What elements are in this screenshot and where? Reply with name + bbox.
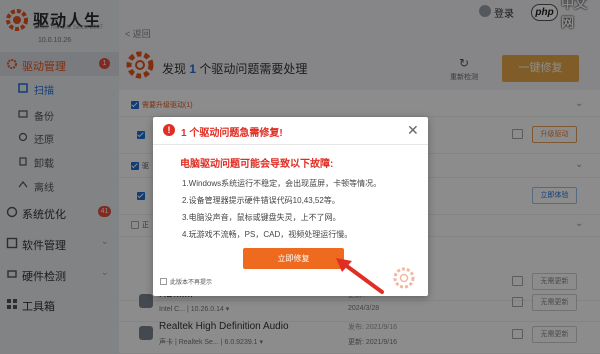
dialog-subtitle: 电脑驱动问题可能会导致以下故障: <box>180 159 334 170</box>
fix-now-button[interactable]: 立即修复 <box>243 248 344 269</box>
dont-remind-label: 此版本不再提示 <box>170 280 213 286</box>
checkbox-box[interactable] <box>160 278 167 285</box>
decorative-gear-icon <box>393 267 415 289</box>
dialog-title: 1 个驱动问题急需修复! <box>181 128 283 139</box>
repair-alert-dialog: ! 1 个驱动问题急需修复! ✕ 电脑驱动问题可能会导致以下故障: 1.Wind… <box>153 117 428 296</box>
warning-icon: ! <box>163 124 175 136</box>
issue-line: 1.Windows系统运行不稳定，会出现蓝屏，卡顿等情况。 <box>182 179 382 188</box>
issue-line: 2.设备管理器提示硬件错误代码10,43,52等。 <box>182 196 340 205</box>
dialog-header: ! 1 个驱动问题急需修复! ✕ <box>153 117 428 145</box>
pointer-arrow-icon <box>336 258 384 294</box>
issue-line: 3.电脑没声音，鼠标或键盘失灵，上不了网。 <box>182 213 341 222</box>
dont-remind-checkbox[interactable]: 此版本不再提示 <box>160 277 212 286</box>
issue-line: 4.玩游戏不流畅，PS，CAD，视频处理运行慢。 <box>182 230 353 239</box>
close-icon[interactable]: ✕ <box>407 123 419 137</box>
